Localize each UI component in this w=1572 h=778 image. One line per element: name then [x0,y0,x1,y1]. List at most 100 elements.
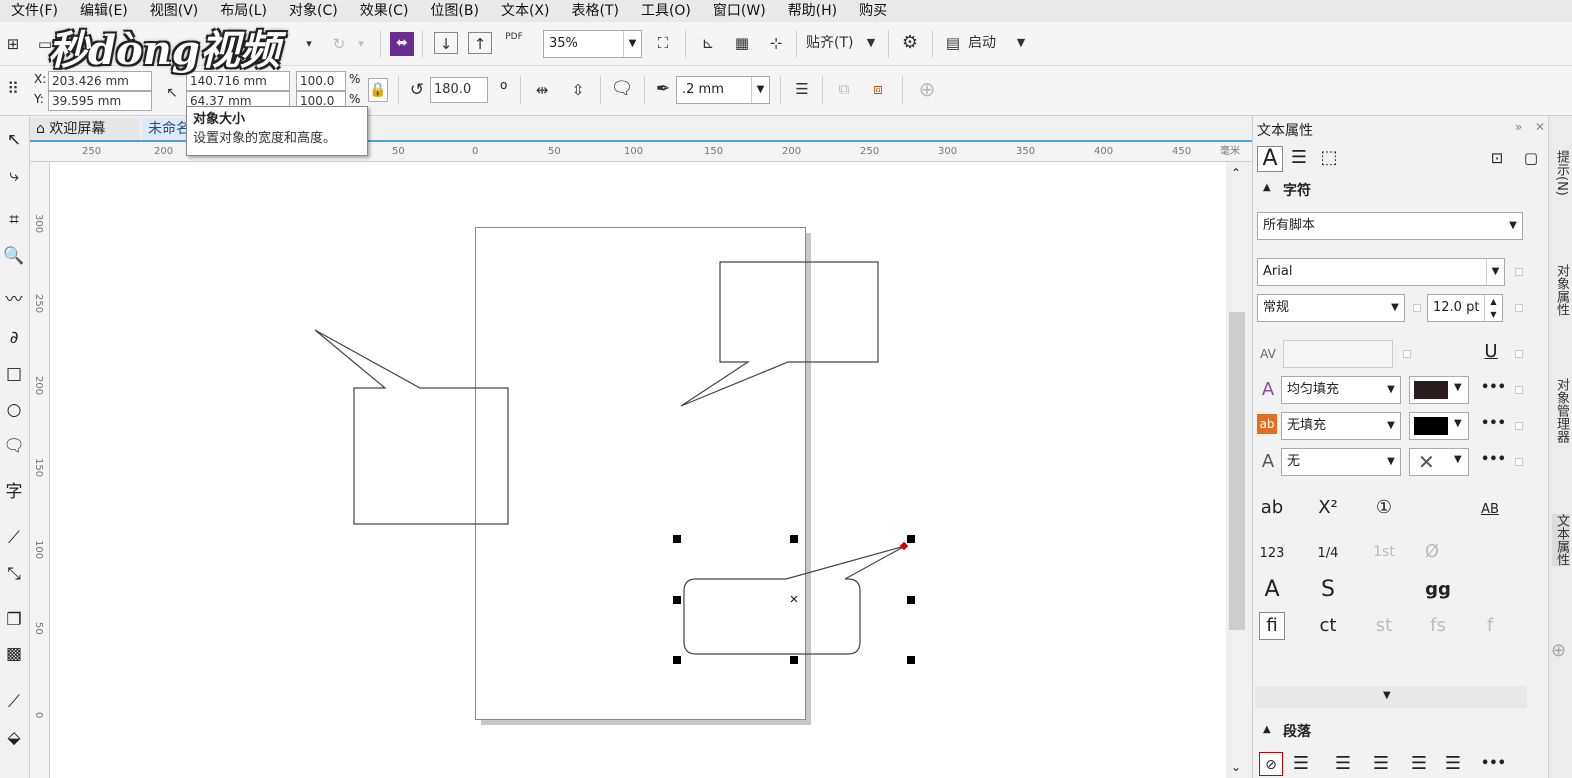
redo-dropdown-icon[interactable]: ▾ [352,33,370,55]
all-caps-icon[interactable]: AB [1475,498,1505,522]
ligature-fi-icon[interactable]: fi [1259,612,1285,640]
transparency-tool-icon[interactable]: ▩ [0,642,28,666]
tab-welcome[interactable]: ⌂ 欢迎屏幕 [30,118,140,140]
align-left-icon[interactable]: ☰ [1289,752,1313,776]
case-icon[interactable]: ab [1257,496,1287,520]
callout-tool-icon[interactable]: 🗨 [0,434,28,458]
long-s-icon[interactable]: f [1475,614,1505,638]
search-content-icon[interactable]: ⬌ [390,32,414,56]
scroll-up-icon[interactable]: ⌃ [1231,166,1241,180]
drop-shadow-tool-icon[interactable]: ❐ [0,608,28,632]
ligature-st-icon[interactable]: st [1369,614,1399,638]
slashed-zero-icon[interactable]: Ø [1417,540,1447,564]
frame-tab-icon[interactable]: ⬚ [1317,146,1341,170]
add-docker-icon[interactable]: ⊕ [1551,640,1566,661]
mirror-vertical-icon[interactable]: ⇳ [566,79,590,101]
dimension-tool-icon[interactable]: ⟋ [0,526,28,550]
vertical-scrollbar[interactable]: ⌃ ⌄ [1226,162,1250,778]
section-collapse-icon[interactable]: ▲ [1263,724,1271,735]
font-family-select[interactable]: Arial ▼ [1257,258,1505,286]
more-options-icon[interactable]: ••• [1481,452,1506,467]
pick-tool-icon[interactable]: ↖ [0,128,28,152]
text-fill-type-select[interactable]: 均匀填充 ▼ [1281,376,1401,404]
publish-pdf-icon[interactable]: PDF [500,32,528,43]
checkbox[interactable] [1515,422,1523,430]
zoom-level-select[interactable]: 35% ▼ [543,30,642,58]
more-options-icon[interactable]: ••• [1481,380,1506,395]
more-options-icon[interactable]: ••• [1481,416,1506,431]
force-justify-icon[interactable]: ☰ [1441,752,1465,776]
font-size-field[interactable]: 12.0 pt ▲ ▼ [1427,294,1503,322]
paragraph-tab-icon[interactable]: ☰ [1287,146,1311,170]
reference-point-icon[interactable]: ⠿ [2,78,24,100]
callout-shape-icon[interactable]: 🗨 [610,78,634,100]
outline-color-picker[interactable]: ✕ ▼ [1409,448,1469,476]
outline-pen-icon[interactable]: ✒ [652,78,674,100]
ellipse-tool-icon[interactable]: ○ [0,398,28,422]
text-fill-color-picker[interactable]: ▼ [1409,376,1469,404]
superscript-icon[interactable]: X² [1313,496,1343,520]
drawing-canvas[interactable] [50,162,1226,778]
menu-text[interactable]: 文本(X) [490,0,561,22]
stylistic-s-icon[interactable]: S [1313,578,1343,602]
align-right-icon[interactable]: ☰ [1369,752,1393,776]
menu-bitmaps[interactable]: 位图(B) [419,0,490,22]
snap-to-button[interactable]: 贴齐(T) [806,32,862,54]
snap-dropdown-icon[interactable]: ▼ [864,32,878,54]
crop-tool-icon[interactable]: ⌗ [0,208,28,232]
no-alignment-icon[interactable]: ⊘ [1259,752,1283,776]
new-document-icon[interactable]: ⊞ [2,33,24,55]
tab-text-properties[interactable]: 文本属性 [1552,514,1570,566]
scale-x-field[interactable]: 100.0 [296,71,346,91]
undo-dropdown-icon[interactable]: ▾ [300,33,318,55]
kerning-field[interactable] [1283,340,1393,368]
launch-button[interactable]: 启动 [968,32,1008,54]
vertical-ruler[interactable]: 300 250 200 150 100 50 0 [30,162,50,778]
ligature-ct-icon[interactable]: ct [1313,614,1343,638]
combine-icon[interactable]: ⧉ [832,78,856,100]
import-icon[interactable]: ↓ [434,32,458,54]
paragraph-section-header[interactable]: 段落 [1283,721,1311,741]
show-grid-icon[interactable]: ▦ [730,32,754,54]
justify-icon[interactable]: ☰ [1407,752,1431,776]
checkbox[interactable] [1515,386,1523,394]
expand-bar[interactable]: ▼ [1255,686,1527,708]
tab-hints[interactable]: 提示(N) [1552,150,1570,196]
checkbox[interactable] [1515,268,1523,276]
numerals-icon[interactable]: 123 [1257,542,1287,566]
break-apart-icon[interactable]: ⧈ [866,78,890,100]
align-center-icon[interactable]: ☰ [1331,752,1355,776]
menu-tools[interactable]: 工具(O) [630,0,702,22]
ordinals-icon[interactable]: 1st [1369,540,1399,564]
options-gear-icon[interactable]: ⚙ [898,32,922,54]
stylistic-a-icon[interactable]: A [1257,578,1287,602]
zoom-tool-icon[interactable]: 🔍 [0,244,28,268]
script-select[interactable]: 所有脚本 ▼ [1257,212,1523,240]
full-screen-preview-icon[interactable]: ⛶ [651,32,675,54]
menu-object[interactable]: 对象(C) [278,0,349,22]
checkbox[interactable] [1515,304,1523,312]
show-rulers-icon[interactable]: ⊾ [696,32,720,54]
y-position-field[interactable]: 39.595 mm [48,91,152,111]
menu-table[interactable]: 表格(T) [560,0,629,22]
connector-tool-icon[interactable]: ⤡ [0,562,28,586]
tab-object-properties[interactable]: 对象属性 [1552,264,1570,316]
more-options-icon[interactable]: ••• [1481,756,1506,771]
fractions-icon[interactable]: 1/4 [1313,542,1343,566]
outline-width-select[interactable]: .2 mm ▼ [676,76,770,104]
scroll-down-icon[interactable]: ⌄ [1231,760,1241,774]
application-launcher-icon[interactable]: ▤ [942,32,964,54]
checkbox[interactable] [1515,350,1523,358]
lock-ratio-icon[interactable]: 🔒 [368,78,388,102]
ligature-gg-icon[interactable]: gg [1423,578,1453,602]
freehand-tool-icon[interactable]: 〰 [0,288,28,312]
rectangle-tool-icon[interactable]: □ [0,362,28,386]
menu-effects[interactable]: 效果(C) [349,0,420,22]
collapse-icon[interactable]: » [1515,120,1522,134]
menu-buy[interactable]: 购买 [848,0,898,22]
section-collapse-icon[interactable]: ▲ [1263,182,1271,193]
font-style-select[interactable]: 常规 ▼ [1257,294,1405,322]
text-tool-icon[interactable]: 字 [0,480,28,504]
rotation-angle-field[interactable]: 180.0 [430,77,488,103]
menu-file[interactable]: 文件(F) [0,0,69,22]
